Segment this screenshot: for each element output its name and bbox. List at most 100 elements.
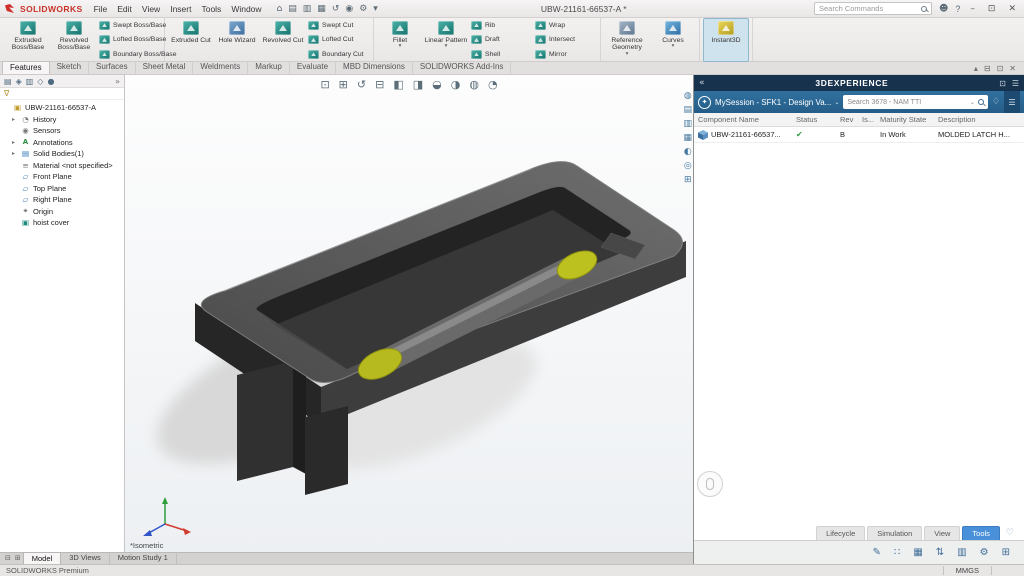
doc-minimize-button[interactable]: ⊟ bbox=[984, 64, 991, 73]
zoom-area-icon[interactable]: ⊞ bbox=[339, 78, 348, 91]
ribbon-button[interactable]: Linear Pattern ▾ bbox=[423, 18, 469, 62]
ribbon-button[interactable]: Lofted Boss/Base bbox=[97, 33, 161, 48]
ribbon-button[interactable]: Swept Boss/Base bbox=[97, 18, 161, 33]
command-tab[interactable]: Markup bbox=[248, 61, 290, 74]
command-tab[interactable]: Sketch bbox=[50, 61, 89, 74]
displaymanager-tab-icon[interactable]: ● bbox=[47, 77, 54, 86]
configurationmanager-tab-icon[interactable]: ▥ bbox=[26, 77, 34, 86]
command-tab[interactable]: Features bbox=[2, 61, 50, 74]
save-icon[interactable]: ▥ bbox=[303, 1, 312, 17]
tag-icon[interactable]: ♢ bbox=[992, 97, 1000, 107]
expand-arrow-icon[interactable]: ▸ bbox=[12, 139, 18, 146]
tree-item[interactable]: ▸ ▤ Solid Bodies(1) bbox=[0, 148, 124, 160]
expand-arrow-icon[interactable]: ▸ bbox=[12, 116, 18, 123]
tree-item[interactable]: ▱ Right Plane bbox=[0, 194, 124, 206]
print-icon[interactable]: ▦ bbox=[317, 1, 326, 17]
3dexperience-tab-icon[interactable]: ◍ bbox=[683, 91, 692, 101]
open-icon[interactable]: ▤ bbox=[288, 1, 297, 17]
edit-appearance-icon[interactable]: ◑ bbox=[451, 78, 461, 91]
undo-icon[interactable]: ↺ bbox=[332, 1, 340, 17]
command-search-box[interactable]: Search Commands bbox=[814, 2, 932, 15]
options-icon[interactable]: ⚙ bbox=[359, 1, 367, 17]
ribbon-button[interactable]: Reference Geometry ▾ bbox=[604, 18, 650, 62]
session-selector[interactable]: MySession - SFK1 - Design Va... ⌄ bbox=[715, 98, 839, 107]
3d-model-part[interactable] bbox=[125, 75, 693, 552]
search-scope-caret-icon[interactable]: ⌄ bbox=[970, 99, 975, 106]
table-view-icon[interactable]: ▦ bbox=[913, 547, 922, 558]
window-close-button[interactable]: ✕ bbox=[1005, 4, 1019, 14]
ribbon-button[interactable]: Revolved Cut bbox=[260, 18, 306, 62]
ribbon-button[interactable]: Shell bbox=[469, 47, 533, 62]
panel-tab[interactable]: View bbox=[924, 526, 960, 540]
view-tab[interactable]: 3D Views bbox=[61, 552, 110, 564]
custom-properties-icon[interactable]: ⊞ bbox=[683, 175, 692, 185]
tree-item[interactable]: ◉ Sensors bbox=[0, 125, 124, 137]
tree-item[interactable]: ▸ A Annotations bbox=[0, 137, 124, 149]
tree-filter-icon[interactable]: ∇ bbox=[4, 89, 9, 98]
graphics-viewport[interactable]: ⊡⊞↺⊟◧◨◒◑◍◔ ◍▤▥▦◐◎⊞ bbox=[125, 75, 693, 552]
window-minimize-button[interactable]: – bbox=[967, 4, 978, 14]
ribbon-button[interactable]: Curves ▾ bbox=[650, 18, 696, 62]
import-export-icon[interactable]: ⇅ bbox=[936, 547, 944, 558]
ribbon-button[interactable]: Boundary Cut bbox=[306, 47, 370, 62]
panel-tab[interactable]: Lifecycle bbox=[816, 526, 865, 540]
ribbon-button[interactable]: Rib bbox=[469, 18, 533, 33]
tree-item[interactable]: ⌖ Origin bbox=[0, 206, 124, 218]
command-tab[interactable]: Evaluate bbox=[290, 61, 336, 74]
expand-tabs-icon[interactable]: » bbox=[115, 77, 120, 86]
appearances-icon[interactable]: ◐ bbox=[683, 147, 692, 157]
view-settings-icon[interactable]: ◔ bbox=[488, 78, 498, 91]
file-explorer-icon[interactable]: ▥ bbox=[683, 119, 692, 129]
platform-search-box[interactable]: Search 3678 - NAM TTI ⌄ bbox=[843, 95, 988, 109]
save-session-icon[interactable]: ▥ bbox=[957, 547, 966, 558]
menu-item[interactable]: View bbox=[137, 4, 165, 14]
assistant-button[interactable] bbox=[697, 471, 723, 497]
propertymanager-tab-icon[interactable]: ◈ bbox=[16, 77, 22, 86]
command-tab[interactable]: Surfaces bbox=[89, 61, 136, 74]
ribbon-button[interactable]: Wrap bbox=[533, 18, 597, 33]
ribbon-button[interactable]: Hole Wizard bbox=[214, 18, 260, 62]
more-commands-icon[interactable]: ▾ bbox=[373, 1, 378, 17]
apply-scene-icon[interactable]: ◍ bbox=[469, 78, 479, 91]
command-tab[interactable]: Sheet Metal bbox=[136, 61, 194, 74]
help-icon[interactable]: ? bbox=[955, 4, 960, 14]
3dexperience-compass-icon[interactable]: ✦ bbox=[698, 96, 711, 109]
panel-tab[interactable]: Simulation bbox=[867, 526, 922, 540]
command-tab[interactable]: SOLIDWORKS Add-Ins bbox=[413, 61, 512, 74]
login-user-icon[interactable]: ☻ bbox=[939, 4, 948, 14]
menu-item[interactable]: Insert bbox=[165, 4, 196, 14]
view-palette-icon[interactable]: ▦ bbox=[683, 133, 692, 143]
view-orientation-icon[interactable]: ◧ bbox=[393, 78, 403, 91]
popout-panel-icon[interactable]: ⊡ bbox=[999, 79, 1006, 88]
ribbon-button[interactable]: Boundary Boss/Base bbox=[97, 47, 161, 62]
home-icon[interactable]: ⌂ bbox=[277, 1, 283, 17]
split-vertical-icon[interactable]: ⊞ bbox=[13, 553, 23, 564]
command-tab[interactable]: MBD Dimensions bbox=[336, 61, 413, 74]
section-view-icon[interactable]: ⊟ bbox=[375, 78, 384, 91]
zoom-fit-icon[interactable]: ⊡ bbox=[320, 78, 329, 91]
column-header[interactable]: Status bbox=[796, 115, 840, 124]
panel-menu-icon[interactable]: ☰ bbox=[1012, 79, 1019, 88]
doc-close-button[interactable]: ✕ bbox=[1009, 64, 1016, 73]
component-row[interactable]: UBW-21161-66537... ✔ B In Work MOLDED LA… bbox=[694, 127, 1024, 143]
rebuild-icon[interactable]: ◉ bbox=[345, 1, 353, 17]
pattern-options-icon[interactable]: ∷ bbox=[894, 547, 900, 558]
ribbon-button[interactable]: Instant3D bbox=[703, 18, 749, 62]
tree-item[interactable]: ▸ ◔ History bbox=[0, 114, 124, 126]
ribbon-button[interactable]: Extruded Cut bbox=[168, 18, 214, 62]
window-restore-button[interactable]: ⊡ bbox=[985, 4, 999, 14]
dimxpertmanager-tab-icon[interactable]: ◇ bbox=[37, 77, 43, 86]
session-menu-icon[interactable]: ☰ bbox=[1004, 91, 1020, 113]
ribbon-button[interactable]: Lofted Cut bbox=[306, 33, 370, 48]
column-header[interactable]: Is... bbox=[862, 115, 880, 124]
split-horizontal-icon[interactable]: ⊟ bbox=[3, 553, 13, 564]
tree-item[interactable]: ▣ UBW-21161-66537-A bbox=[0, 102, 124, 114]
menu-item[interactable]: File bbox=[89, 4, 113, 14]
featuremanager-tab-icon[interactable]: ▤ bbox=[4, 77, 12, 86]
previous-view-icon[interactable]: ↺ bbox=[357, 78, 366, 91]
ribbon-button[interactable]: Swept Cut bbox=[306, 18, 370, 33]
ribbon-button[interactable]: Revolved Boss/Base bbox=[51, 18, 97, 62]
column-header[interactable]: Maturity State bbox=[880, 115, 938, 124]
ribbon-button[interactable]: Draft bbox=[469, 33, 533, 48]
tree-item[interactable]: ▱ Top Plane bbox=[0, 183, 124, 195]
